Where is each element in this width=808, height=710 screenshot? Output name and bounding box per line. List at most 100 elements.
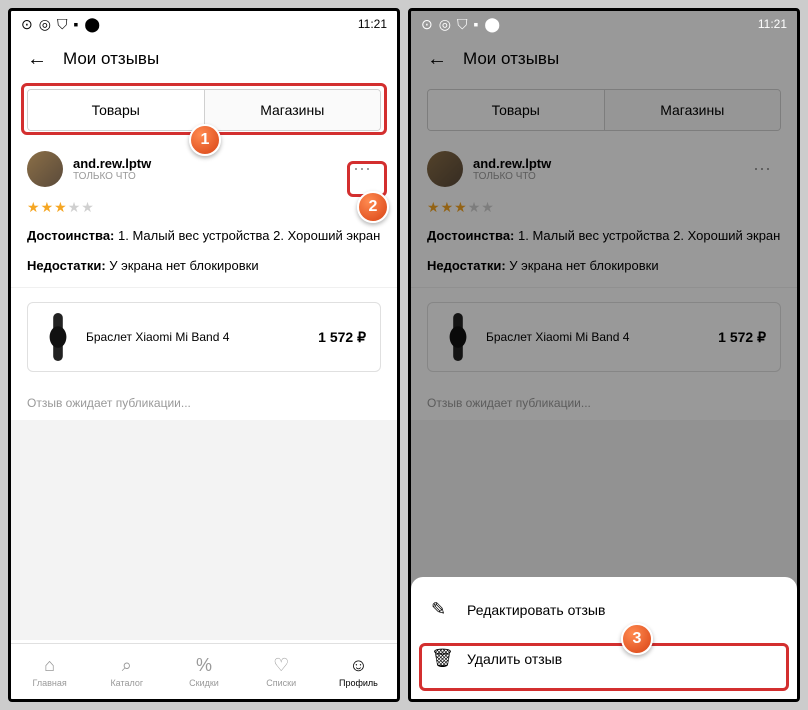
nav-label: Списки	[266, 678, 296, 688]
product-price: 1 572 ₽	[318, 329, 366, 346]
sheet-delete-label: Удалить отзыв	[467, 651, 562, 667]
square-icon: ▪	[473, 16, 478, 32]
shield-icon: ⛉	[457, 16, 468, 33]
review-card: and.rew.lptw ТОЛЬКО ЧТО ⋯ ★★★★★ Достоинс…	[411, 139, 797, 288]
more-menu-icon[interactable]: ⋯	[745, 155, 781, 184]
badge-3: 3	[621, 623, 653, 655]
search-icon: ⌕	[122, 655, 132, 676]
trash-icon: 🗑	[431, 648, 451, 669]
user-info: and.rew.lptw ТОЛЬКО ЧТО	[73, 156, 335, 182]
location-icon: ⊙	[21, 16, 33, 33]
instagram-icon: ◎	[439, 16, 451, 33]
back-arrow-icon[interactable]: ←	[427, 48, 447, 71]
star-icon: ★	[68, 199, 82, 215]
product-card[interactable]: Браслет Xiaomi Mi Band 4 1 572 ₽	[427, 302, 781, 372]
back-arrow-icon[interactable]: ←	[27, 48, 47, 71]
status-icons-left: ⊙ ◎ ⛉ ▪ ⬤	[421, 16, 500, 33]
header: ← Мои отзывы	[11, 37, 397, 81]
star-icon: ★	[427, 199, 441, 215]
nav-label: Профиль	[339, 678, 378, 688]
product-name: Браслет Xiaomi Mi Band 4	[86, 330, 306, 344]
cons-label: Недостатки:	[27, 258, 106, 273]
badge-2: 2	[357, 191, 389, 223]
product-image	[42, 317, 74, 357]
star-icon: ★	[41, 199, 55, 215]
status-bar: ⊙ ◎ ⛉ ▪ ⬤ 11:21	[411, 11, 797, 37]
page-title: Мои отзывы	[63, 49, 159, 69]
review-pros: Достоинства: 1. Малый вес устройства 2. …	[427, 226, 781, 246]
percent-icon: %	[196, 655, 212, 676]
star-icon: ★	[481, 199, 495, 215]
review-cons: Недостатки: У экрана нет блокировки	[427, 256, 781, 276]
pros-text: 1. Малый вес устройства 2. Хороший экран	[514, 228, 780, 243]
review-cons: Недостатки: У экрана нет блокировки	[27, 256, 381, 276]
user-info: and.rew.lptw ТОЛЬКО ЧТО	[473, 156, 735, 182]
sheet-edit-label: Редактировать отзыв	[467, 602, 605, 618]
shield-icon: ⛉	[57, 16, 68, 33]
star-icon: ★	[54, 199, 68, 215]
pros-label: Достоинства:	[427, 228, 514, 243]
username: and.rew.lptw	[473, 156, 735, 171]
avatar	[27, 151, 63, 187]
pending-status: Отзыв ожидает публикации...	[11, 386, 397, 420]
product-price: 1 572 ₽	[718, 329, 766, 346]
cons-text: У экрана нет блокировки	[506, 258, 659, 273]
badge-1: 1	[189, 124, 221, 156]
review-card: and.rew.lptw ТОЛЬКО ЧТО ⋯ ★★★★★ Достоинс…	[11, 139, 397, 288]
nav-label: Главная	[32, 678, 66, 688]
review-header: and.rew.lptw ТОЛЬКО ЧТО ⋯	[27, 151, 381, 187]
page-title: Мои отзывы	[463, 49, 559, 69]
pros-label: Достоинства:	[27, 228, 114, 243]
product-name: Браслет Xiaomi Mi Band 4	[486, 330, 706, 344]
tab-stores[interactable]: Магазины	[605, 90, 781, 130]
rating-stars: ★★★★★	[27, 199, 381, 216]
star-icon: ★	[81, 199, 95, 215]
nav-profile[interactable]: ☺ Профиль	[320, 644, 397, 699]
product-card[interactable]: Браслет Xiaomi Mi Band 4 1 572 ₽	[27, 302, 381, 372]
star-icon: ★	[468, 199, 482, 215]
review-header: and.rew.lptw ТОЛЬКО ЧТО ⋯	[427, 151, 781, 187]
square-icon: ▪	[73, 16, 78, 32]
status-bar: ⊙ ◎ ⛉ ▪ ⬤ 11:21	[11, 11, 397, 37]
tab-stores[interactable]: Магазины	[205, 90, 381, 130]
nav-lists[interactable]: ♡ Списки	[243, 644, 320, 699]
sheet-edit-review[interactable]: ✎ Редактировать отзыв	[411, 585, 797, 634]
band-icon	[446, 313, 470, 361]
status-time: 11:21	[358, 17, 387, 31]
drop-icon: ⬤	[84, 16, 100, 33]
drop-icon: ⬤	[484, 16, 500, 33]
avatar	[427, 151, 463, 187]
review-pros: Достоинства: 1. Малый вес устройства 2. …	[27, 226, 381, 246]
band-icon	[46, 313, 70, 361]
rating-stars: ★★★★★	[427, 199, 781, 216]
sheet-delete-review[interactable]: 🗑 Удалить отзыв	[411, 634, 797, 683]
location-icon: ⊙	[421, 16, 433, 33]
status-time: 11:21	[758, 17, 787, 31]
bottom-sheet: ✎ Редактировать отзыв 🗑 Удалить отзыв	[411, 577, 797, 699]
timestamp: ТОЛЬКО ЧТО	[473, 171, 735, 182]
timestamp: ТОЛЬКО ЧТО	[73, 171, 335, 182]
tabs: Товары Магазины	[427, 89, 781, 131]
content-area: and.rew.lptw ТОЛЬКО ЧТО ⋯ ★★★★★ Достоинс…	[11, 139, 397, 643]
bottom-nav: ⌂ Главная ⌕ Каталог % Скидки ♡ Списки ☺ …	[11, 643, 397, 699]
status-icons-left: ⊙ ◎ ⛉ ▪ ⬤	[21, 16, 100, 33]
instagram-icon: ◎	[39, 16, 51, 33]
nav-home[interactable]: ⌂ Главная	[11, 644, 88, 699]
star-icon: ★	[441, 199, 455, 215]
phone-left: ⊙ ◎ ⛉ ▪ ⬤ 11:21 ← Мои отзывы 1 Товары Ма…	[8, 8, 400, 702]
cons-label: Недостатки:	[427, 258, 506, 273]
nav-catalog[interactable]: ⌕ Каталог	[88, 644, 165, 699]
tab-goods[interactable]: Товары	[428, 90, 605, 130]
pencil-icon: ✎	[431, 599, 451, 620]
pros-text: 1. Малый вес устройства 2. Хороший экран	[114, 228, 380, 243]
nav-label: Каталог	[110, 678, 143, 688]
username: and.rew.lptw	[73, 156, 335, 171]
home-icon: ⌂	[44, 655, 55, 676]
phone-right: ⊙ ◎ ⛉ ▪ ⬤ 11:21 ← Мои отзывы Товары Мага…	[408, 8, 800, 702]
cons-text: У экрана нет блокировки	[106, 258, 259, 273]
more-menu-icon[interactable]: ⋯	[345, 155, 381, 184]
product-image	[442, 317, 474, 357]
tab-goods[interactable]: Товары	[28, 90, 205, 130]
nav-discounts[interactable]: % Скидки	[165, 644, 242, 699]
heart-icon: ♡	[273, 655, 289, 676]
